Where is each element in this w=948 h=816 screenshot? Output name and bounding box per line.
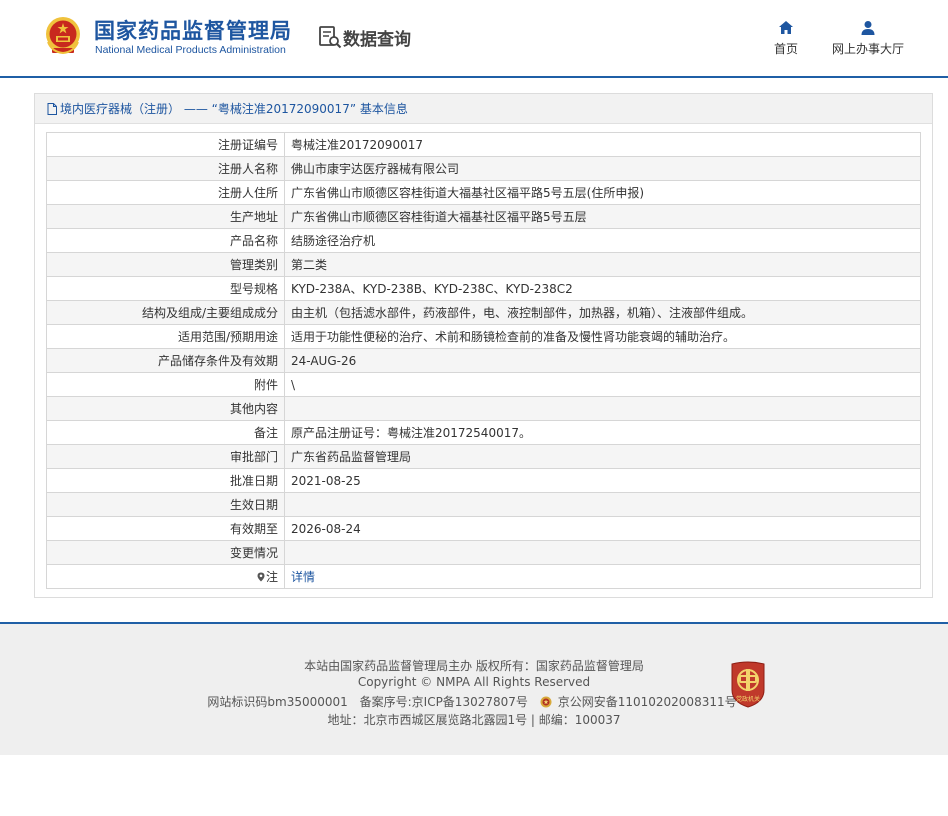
- table-row: 适用范围/预期用途 适用于功能性便秘的治疗、术前和肠镜检查前的准备及慢性肾功能衰竭…: [46, 324, 921, 349]
- nav-service-hall-label: 网上办事大厅: [831, 42, 904, 56]
- field-label: 附件: [46, 372, 285, 397]
- table-row: 产品名称 结肠途径治疗机: [46, 228, 921, 253]
- user-icon: [861, 21, 875, 35]
- field-value: [284, 492, 921, 517]
- field-label: 注册证编号: [46, 132, 285, 157]
- section-title: 数据查询: [343, 30, 411, 50]
- field-value: 结肠途径治疗机: [284, 228, 921, 253]
- field-value: KYD-238A、KYD-238B、KYD-238C、KYD-238C2: [284, 276, 921, 301]
- field-value: [284, 540, 921, 565]
- table-row: 审批部门 广东省药品监督管理局: [46, 444, 921, 469]
- note-value-cell: 详情: [284, 564, 921, 589]
- table-row: 管理类别 第二类: [46, 252, 921, 277]
- logo-title-en[interactable]: National Medical Products Administration: [95, 44, 286, 56]
- field-value: [284, 396, 921, 421]
- footer-police-text: 京公网安备11010202008311号: [557, 695, 737, 709]
- field-label: 注册人名称: [46, 156, 285, 181]
- site-footer: 本站由国家药品监督管理局主办 版权所有：国家药品监督管理局 Copyright …: [0, 622, 948, 755]
- table-row: 型号规格 KYD-238A、KYD-238B、KYD-238C、KYD-238C2: [46, 276, 921, 301]
- panel-title: 境内医疗器械（注册） —— “粤械注准20172090017” 基本信息: [60, 102, 408, 116]
- note-label-cell: 注: [46, 564, 285, 589]
- panel-header: 境内医疗器械（注册） —— “粤械注准20172090017” 基本信息: [35, 94, 932, 124]
- footer-sponsor: 本站由国家药品监督管理局主办 版权所有：国家药品监督管理局: [304, 659, 644, 673]
- home-icon: [779, 21, 793, 34]
- footer-police-link[interactable]: 京公网安备11010202008311号: [540, 695, 741, 709]
- footer-site-id: 网站标识码bm35000001: [207, 695, 348, 709]
- field-value: \: [284, 372, 921, 397]
- field-label: 产品名称: [46, 228, 285, 253]
- data-query-icon: [319, 26, 342, 49]
- footer-records: 网站标识码bm35000001 备案序号:京ICP备13027807号 京公网安…: [0, 693, 948, 710]
- field-value: 广东省佛山市顺德区容桂街道大福基社区福平路5号五层(住所申报): [284, 180, 921, 205]
- national-emblem-icon: [46, 17, 80, 55]
- field-label: 批准日期: [46, 468, 285, 493]
- logo-title-cn[interactable]: 国家药品监督管理局: [94, 15, 292, 45]
- detail-link[interactable]: 详情: [291, 570, 315, 584]
- field-value: 2021-08-25: [284, 468, 921, 493]
- field-value: 第二类: [284, 252, 921, 277]
- table-row: 注册证编号 粤械注准20172090017: [46, 132, 921, 157]
- table-row: 产品储存条件及有效期 24-AUG-26: [46, 348, 921, 373]
- field-value: 24-AUG-26: [284, 348, 921, 373]
- note-label: 注: [265, 570, 278, 584]
- field-value: 广东省药品监督管理局: [284, 444, 921, 469]
- table-row: 变更情况: [46, 540, 921, 565]
- field-label: 适用范围/预期用途: [46, 324, 285, 349]
- field-value: 2026-08-24: [284, 516, 921, 541]
- table-row: 生效日期: [46, 492, 921, 517]
- police-badge-icon: [540, 696, 552, 708]
- table-row: 附件 \: [46, 372, 921, 397]
- document-icon: [47, 102, 57, 115]
- footer-copyright: Copyright © NMPA All Rights Reserved: [357, 675, 591, 689]
- field-value: 由主机（包括滤水部件，药液部件，电、液控制部件，加热器，机箱）、注液部件组成。: [284, 300, 921, 325]
- field-label: 生产地址: [46, 204, 285, 229]
- field-label: 变更情况: [46, 540, 285, 565]
- field-label: 产品储存条件及有效期: [46, 348, 285, 373]
- field-label: 其他内容: [46, 396, 285, 421]
- field-value: 原产品注册证号：粤械注准20172540017。: [284, 420, 921, 445]
- table-row: 注册人住所 广东省佛山市顺德区容桂街道大福基社区福平路5号五层(住所申报): [46, 180, 921, 205]
- field-label: 生效日期: [46, 492, 285, 517]
- footer-icp-link[interactable]: 备案序号:京ICP备13027807号: [360, 695, 528, 709]
- badge-caption: 党政机关: [736, 695, 760, 703]
- field-value: 适用于功能性便秘的治疗、术前和肠镜检查前的准备及慢性肾功能衰竭的辅助治疗。: [284, 324, 921, 349]
- table-row: 结构及组成/主要组成成分 由主机（包括滤水部件，药液部件，电、液控制部件，加热器，…: [46, 300, 921, 325]
- footer-address: 地址：北京市西城区展览路北露园1号 | 邮编：100037: [327, 713, 621, 727]
- table-row-note: 注详情: [46, 564, 921, 589]
- table-row: 其他内容: [46, 396, 921, 421]
- info-table: 注册证编号 粤械注准20172090017 注册人名称 佛山市康宇达医疗器械有限公司注…: [46, 132, 921, 589]
- field-label: 型号规格: [46, 276, 285, 301]
- nav-home[interactable]: 首页: [770, 20, 802, 57]
- field-label: 有效期至: [46, 516, 285, 541]
- government-agency-badge-icon[interactable]: 党政机关: [728, 660, 768, 708]
- site-header: 国家药品监督管理局 National Medical Products Admi…: [0, 0, 948, 78]
- field-label: 管理类别: [46, 252, 285, 277]
- table-row: 注册人名称 佛山市康宇达医疗器械有限公司: [46, 156, 921, 181]
- nav-service-hall[interactable]: 网上办事大厅: [828, 20, 908, 57]
- map-pin-icon: [257, 572, 265, 582]
- table-row: 生产地址 广东省佛山市顺德区容桂街道大福基社区福平路5号五层: [46, 204, 921, 229]
- table-row: 批准日期 2021-08-25: [46, 468, 921, 493]
- table-row: 备注 原产品注册证号：粤械注准20172540017。: [46, 420, 921, 445]
- field-label: 备注: [46, 420, 285, 445]
- field-label: 审批部门: [46, 444, 285, 469]
- basic-info-panel: 境内医疗器械（注册） —— “粤械注准20172090017” 基本信息 注册证…: [34, 93, 933, 598]
- field-label: 注册人住所: [46, 180, 285, 205]
- table-row: 有效期至 2026-08-24: [46, 516, 921, 541]
- field-value: 粤械注准20172090017: [284, 132, 921, 157]
- field-label: 结构及组成/主要组成成分: [46, 300, 285, 325]
- field-value: 广东省佛山市顺德区容桂街道大福基社区福平路5号五层: [284, 204, 921, 229]
- field-value: 佛山市康宇达医疗器械有限公司: [284, 156, 921, 181]
- nav-home-label: 首页: [773, 42, 798, 56]
